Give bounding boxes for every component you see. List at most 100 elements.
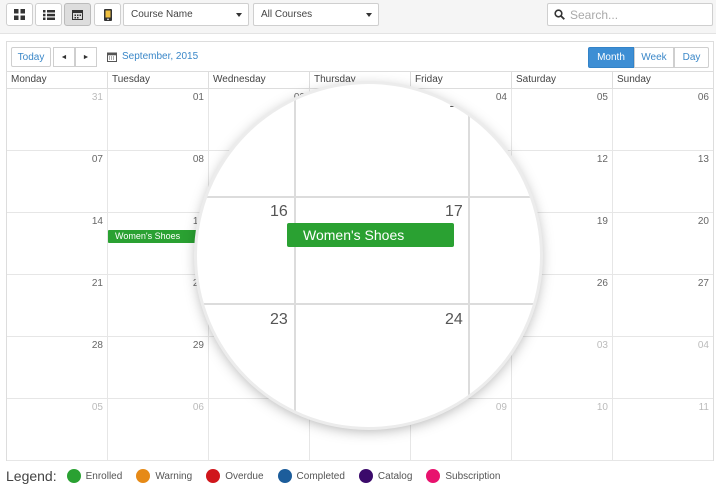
day-number: 11 [698,402,709,413]
legend-item-completed: Completed [277,469,345,483]
lens-day-number: 9 [275,94,284,111]
day-cell[interactable]: 03 [511,337,612,398]
day-number: 12 [596,154,608,165]
day-number: 10 [596,402,608,413]
day-number: 03 [596,340,608,351]
week-view-button[interactable]: Week [634,47,674,68]
course-filter-select[interactable]: All Courses [253,3,379,26]
legend-item-catalog: Catalog [358,469,413,483]
legend-item-warning: Warning [136,469,192,483]
day-number: 31 [91,92,103,103]
search-input[interactable] [570,6,708,23]
calendar-view-icon [72,10,83,20]
calendar-view-button[interactable] [64,3,91,26]
lens-day-number: 16 [270,203,288,220]
day-view-button[interactable]: Day [674,47,709,68]
lens-day-number: 24 [445,311,463,328]
chevron-down-icon [236,13,242,17]
day-cell[interactable]: 20 [612,213,713,274]
prev-month-button[interactable]: ◄ [53,47,75,67]
day-number: 04 [495,92,507,103]
overdue-dot-icon [206,469,221,483]
day-number: 20 [697,216,709,227]
day-cell[interactable]: 04 [612,337,713,398]
search-box [547,3,713,26]
course-filter-select-value: All Courses [261,9,313,20]
legend-label: Catalog [377,470,413,482]
day-cell[interactable]: 08 [107,151,208,212]
current-month: September, 2015 [107,47,198,67]
day-cell[interactable]: 13 [612,151,713,212]
day-number: 27 [697,278,709,289]
day-number: 29 [192,340,204,351]
phone-view-icon [103,8,112,21]
day-number: 05 [596,92,608,103]
day-number: 05 [91,402,103,413]
lens-gridline [197,303,540,305]
day-number: 07 [91,154,103,165]
day-number: 04 [697,340,709,351]
day-number: 21 [91,278,103,289]
completed-dot-icon [277,469,292,483]
chevron-down-icon [366,13,372,17]
day-cell[interactable]: 05 [511,89,612,150]
list-view-icon [42,9,55,20]
day-number: 13 [697,154,709,165]
legend-item-enrolled: Enrolled [66,469,123,483]
day-number: 09 [495,402,507,413]
lens-gridline [294,84,296,427]
today-button[interactable]: Today [11,47,51,67]
day-cell[interactable]: 06 [612,89,713,150]
legend: Legend: Enrolled Warning Overdue Complet… [6,466,514,486]
day-number: 28 [91,340,103,351]
lens-gridline [468,84,470,427]
lens-gridline [197,196,540,198]
calendar-event[interactable]: Women's Shoes [108,230,208,243]
day-cell[interactable]: 14 [7,213,107,274]
legend-item-overdue: Overdue [206,469,264,483]
legend-label: Subscription [445,470,501,482]
day-cell[interactable]: 15 [107,213,208,274]
phone-view-button[interactable] [94,3,121,26]
weekday-label: Tuesday [107,72,208,88]
course-name-select[interactable]: Course Name [123,3,249,26]
day-number: 06 [192,402,204,413]
next-month-button[interactable]: ► [75,47,97,67]
course-name-select-value: Course Name [131,9,193,20]
day-cell[interactable]: 31 [7,89,107,150]
lens-day-number: 17 [445,203,463,220]
day-cell[interactable]: 28 [7,337,107,398]
day-cell[interactable]: 01 [107,89,208,150]
day-number: 19 [596,216,608,227]
magnified-event[interactable]: Women's Shoes [287,223,454,247]
current-month-label: September, 2015 [122,51,199,62]
legend-label: Overdue [225,470,264,482]
subscription-dot-icon [426,469,441,483]
day-cell[interactable]: 10 [511,399,612,460]
day-cell[interactable]: 06 [107,399,208,460]
day-cell[interactable]: 05 [7,399,107,460]
legend-label: Enrolled [85,470,123,482]
weekday-label: Monday [11,74,47,85]
grid-view-button[interactable] [6,3,33,26]
list-view-button[interactable] [35,3,62,26]
lens-day-number: 10 [449,94,467,111]
legend-label: Warning [155,470,193,482]
day-cell[interactable]: 07 [7,151,107,212]
day-cell[interactable]: 22 [107,275,208,336]
weekday-label: Sunday [612,72,713,88]
day-cell[interactable]: 11 [612,399,713,460]
lens-day-number: 23 [270,311,288,328]
day-cell[interactable]: 21 [7,275,107,336]
day-cell[interactable]: 27 [612,275,713,336]
calendar-icon [107,52,117,62]
day-number: 08 [192,154,204,165]
day-number: 26 [596,278,608,289]
day-number: 14 [91,216,103,227]
legend-item-subscription: Subscription [426,469,500,483]
month-view-button[interactable]: Month [588,47,634,68]
legend-label: Completed [296,470,345,482]
day-cell[interactable]: 29 [107,337,208,398]
warning-dot-icon [136,469,151,483]
toolbar: Course Name All Courses [0,0,716,34]
